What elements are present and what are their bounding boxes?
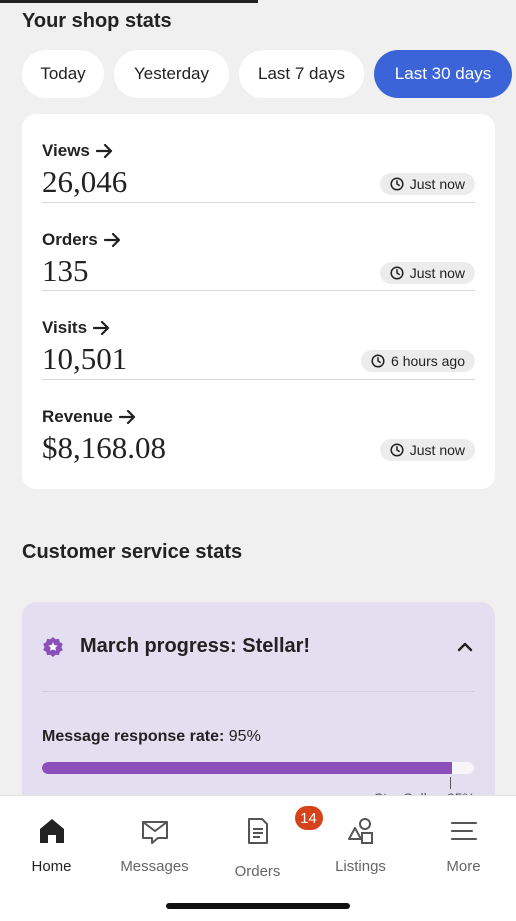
orders-icon-wrap: 14 xyxy=(243,806,323,851)
updated-badge: 6 hours ago xyxy=(361,350,475,372)
stat-label-visits[interactable]: Visits xyxy=(42,318,111,338)
response-rate-text: Message response rate: xyxy=(42,728,225,745)
stat-value-revenue: $8,168.08 xyxy=(42,429,166,465)
tab-label: Messages xyxy=(120,858,189,875)
tab-listings[interactable]: Listings xyxy=(309,816,412,875)
chevron-up-icon[interactable] xyxy=(455,637,475,657)
tab-label: Home xyxy=(31,858,72,875)
progress-header[interactable]: March progress: Stellar! xyxy=(42,602,475,692)
range-chip-group: Today Yesterday Last 7 days Last 30 days xyxy=(22,50,512,98)
page-load-progress xyxy=(0,0,258,3)
stat-row-views[interactable]: Views 26,046 Just now xyxy=(42,114,475,203)
clock-icon xyxy=(390,177,404,191)
updated-text: Just now xyxy=(409,176,465,192)
stat-label-text: Orders xyxy=(42,229,98,249)
arrow-right-icon xyxy=(118,409,135,424)
arrow-right-icon xyxy=(93,320,110,336)
goal-marker xyxy=(450,777,451,789)
clock-icon xyxy=(371,354,385,368)
tab-home[interactable]: Home xyxy=(0,816,103,875)
tab-more[interactable]: More xyxy=(412,816,515,875)
stat-row-visits[interactable]: Visits 10,501 6 hours ago xyxy=(42,291,475,380)
updated-badge: Just now xyxy=(379,261,475,284)
arrow-right-icon xyxy=(95,143,112,159)
stat-label-text: Revenue xyxy=(42,406,113,426)
response-rate-fill xyxy=(42,762,453,774)
stat-row-revenue[interactable]: Revenue $8,168.08 Just now xyxy=(42,380,475,469)
updated-text: 6 hours ago xyxy=(391,353,465,369)
menu-icon xyxy=(450,822,477,840)
progress-title: March progress: Stellar! xyxy=(80,635,311,657)
stat-value-visits: 10,501 xyxy=(42,341,128,376)
response-rate-value: 95% xyxy=(228,728,261,745)
stat-row-orders[interactable]: Orders 135 Just now xyxy=(42,203,475,291)
updated-badge: Just now xyxy=(379,173,475,195)
chip-last-7-days[interactable]: Last 7 days xyxy=(239,50,364,98)
listings-icon xyxy=(347,818,373,844)
stat-label-views[interactable]: Views xyxy=(42,141,114,161)
clock-icon xyxy=(390,265,404,280)
clock-icon xyxy=(390,442,404,457)
chip-last-30-days[interactable]: Last 30 days xyxy=(374,50,512,98)
updated-text: Just now xyxy=(409,264,465,281)
tab-orders[interactable]: 14 Orders xyxy=(206,806,323,880)
chip-yesterday[interactable]: Yesterday xyxy=(114,50,229,98)
updated-text: Just now xyxy=(409,441,465,458)
orders-icon xyxy=(247,818,268,844)
stat-label-text: Views xyxy=(42,141,90,160)
response-rate-bar xyxy=(42,762,474,774)
updated-badge: Just now xyxy=(379,438,475,461)
tab-label: More xyxy=(446,858,481,875)
tab-messages[interactable]: Messages xyxy=(103,816,206,875)
stat-label-revenue[interactable]: Revenue xyxy=(42,407,137,427)
messages-icon xyxy=(141,821,168,844)
home-indicator[interactable] xyxy=(166,903,350,909)
customer-service-title: Customer service stats xyxy=(22,541,243,563)
stat-value-orders: 135 xyxy=(42,252,89,288)
stat-value-views: 26,046 xyxy=(42,164,128,199)
star-seller-badge-icon xyxy=(43,636,63,657)
tab-label: Listings xyxy=(335,858,386,875)
response-rate-label: Message response rate: 95% xyxy=(42,728,261,746)
arrow-right-icon xyxy=(103,232,120,247)
chip-today[interactable]: Today xyxy=(22,50,104,98)
home-icon xyxy=(39,819,64,843)
shop-stats-card: Views 26,046 Just now Orders 135 Just no… xyxy=(22,114,495,489)
page-title: Your shop stats xyxy=(22,10,172,32)
tab-label: Orders xyxy=(234,863,281,880)
stat-label-orders[interactable]: Orders xyxy=(42,230,122,250)
stat-label-text: Visits xyxy=(42,318,88,337)
